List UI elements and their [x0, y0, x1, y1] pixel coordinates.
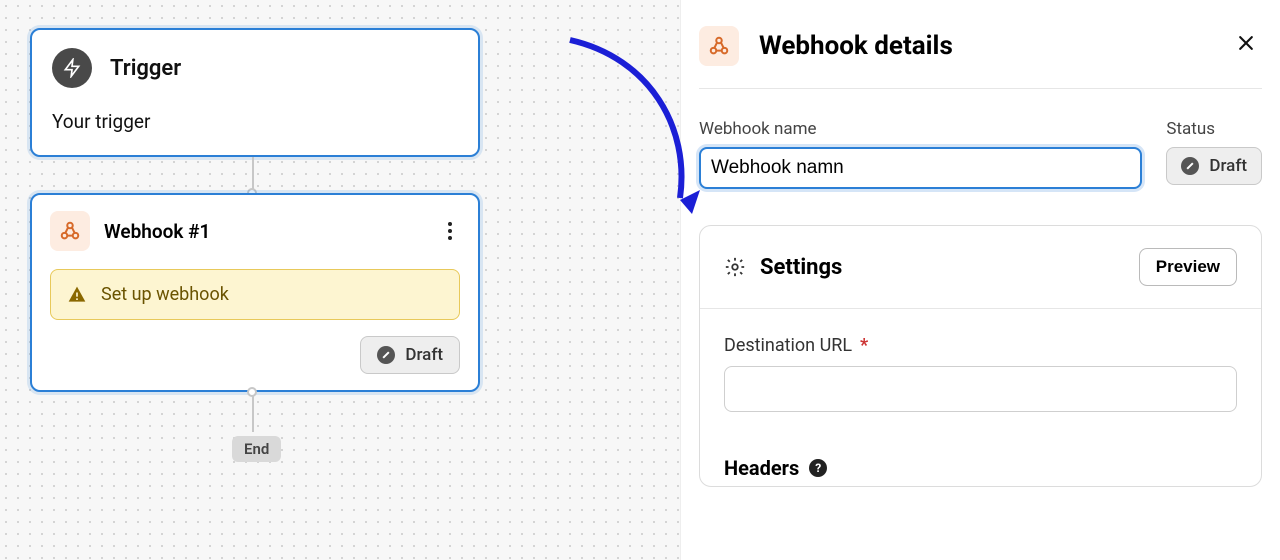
- trigger-subtitle: Your trigger: [52, 110, 458, 133]
- webhook-icon: [699, 26, 739, 66]
- draft-icon: [377, 346, 395, 364]
- headers-label: Headers: [724, 456, 799, 480]
- settings-title: Settings: [760, 255, 842, 280]
- webhook-name-input[interactable]: [699, 147, 1142, 189]
- dots-vertical-icon: [448, 222, 452, 240]
- setup-banner-text: Set up webhook: [101, 284, 229, 305]
- webhook-title: Webhook #1: [104, 220, 210, 243]
- help-icon[interactable]: ?: [809, 459, 827, 477]
- draft-icon: [1181, 157, 1199, 175]
- webhook-icon: [50, 211, 90, 251]
- trigger-card[interactable]: Trigger Your trigger: [30, 28, 480, 157]
- status-chip-label: Draft: [1209, 156, 1247, 176]
- trigger-title: Trigger: [110, 56, 181, 81]
- destination-url-input[interactable]: [724, 366, 1237, 412]
- status-badge-label: Draft: [405, 345, 443, 365]
- end-node: End: [232, 436, 281, 462]
- destination-url-label: Destination URL *: [724, 335, 1237, 356]
- panel-title: Webhook details: [759, 31, 953, 61]
- name-label: Webhook name: [699, 119, 1142, 139]
- setup-webhook-banner[interactable]: Set up webhook: [50, 269, 460, 320]
- gear-icon: [724, 256, 746, 278]
- close-icon: [1236, 33, 1256, 53]
- card-menu-button[interactable]: [440, 214, 460, 248]
- status-badge: Draft: [360, 336, 460, 374]
- connector: [252, 157, 254, 193]
- preview-button[interactable]: Preview: [1139, 248, 1237, 286]
- webhook-card[interactable]: Webhook #1 Set up webhook Draft: [30, 193, 480, 392]
- close-button[interactable]: [1230, 27, 1262, 65]
- status-chip[interactable]: Draft: [1166, 147, 1262, 185]
- workflow-canvas[interactable]: Trigger Your trigger Webhook #1 Set up w…: [0, 0, 680, 560]
- connector: [252, 392, 254, 432]
- status-label: Status: [1166, 119, 1262, 139]
- warning-icon: [67, 285, 87, 305]
- settings-section: Settings Preview Destination URL * Heade…: [699, 225, 1262, 487]
- details-panel: Webhook details Webhook name Status Draf…: [680, 0, 1280, 560]
- bolt-icon: [52, 48, 92, 88]
- required-indicator: *: [860, 335, 868, 356]
